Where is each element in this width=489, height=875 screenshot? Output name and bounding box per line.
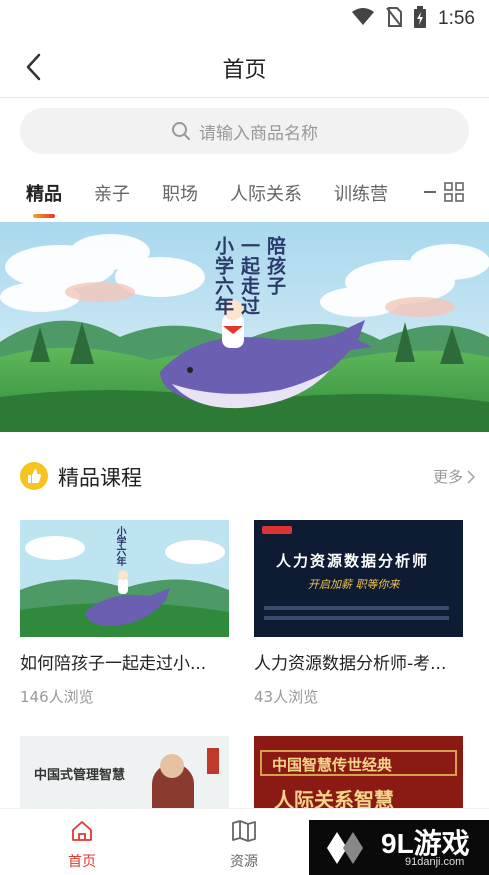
thumbnail-title: 小学六年 <box>114 526 125 566</box>
section-title: 精品课程 <box>58 466 142 490</box>
thumbnail-title: 中国式管理智慧 <box>34 768 126 783</box>
course-title: 如何陪孩子一起走过小... <box>20 654 207 674</box>
wifi-icon <box>352 8 375 30</box>
course-card[interactable]: 人力资源数据分析师 开启加薪 职等你来 人力资源数据分析师-考... 43人浏览 <box>254 520 463 707</box>
top-app-bar: 首页 <box>0 36 489 98</box>
watermark-logo-icon <box>327 832 363 864</box>
grid-icon <box>444 182 464 202</box>
course-thumbnail: 小学六年 <box>20 520 229 637</box>
thumbnail-subtitle: 人际关系智慧 <box>274 788 394 808</box>
thumbnail-title: 人力资源数据分析师 <box>276 552 430 570</box>
chevron-right-icon <box>467 469 475 484</box>
more-label: 更多 <box>432 468 463 486</box>
course-card[interactable]: 小学六年 如何陪孩子一起走过小... 146人浏览 <box>20 520 229 707</box>
thumbnail-subtitle: 开启加薪 职等你来 <box>308 578 400 591</box>
nav-resources[interactable]: 资源 <box>204 817 284 871</box>
course-thumbnail: 人力资源数据分析师 开启加薪 职等你来 <box>254 520 463 637</box>
thumbnail-info-line <box>264 616 449 620</box>
more-button[interactable]: 更多 <box>433 466 475 487</box>
status-icons: 1:56 <box>352 6 475 32</box>
thumbnail-title: 中国智慧传世经典 <box>272 756 393 774</box>
course-thumbnail: 中国智慧传世经典 人际关系智慧 <box>254 736 463 808</box>
home-icon <box>42 817 122 845</box>
watermark-url: 91danji.com <box>405 856 465 868</box>
page-title: 首页 <box>222 58 267 83</box>
nav-resources-label: 资源 <box>230 854 258 870</box>
course-logo <box>262 526 292 534</box>
tab-qinzi[interactable]: 亲子 <box>94 180 130 206</box>
nav-home[interactable]: 首页 <box>42 817 122 871</box>
course-card[interactable]: 中国式管理智慧 <box>20 736 229 808</box>
status-bar: 1:56 <box>0 0 489 36</box>
promo-banner[interactable]: 陪孩子 一起走过 小学六年 <box>0 222 489 432</box>
tab-zhichang[interactable]: 职场 <box>162 180 198 206</box>
search-icon <box>172 122 190 140</box>
active-tab-indicator <box>33 214 55 218</box>
site-watermark: 9L游戏 91danji.com <box>309 820 489 875</box>
category-tabs: 精品 亲子 职场 人际关系 训练营 <box>0 170 489 220</box>
dash-icon <box>424 191 436 193</box>
course-title: 人力资源数据分析师-考... <box>254 654 447 674</box>
instructor-photo-face <box>160 754 184 778</box>
no-sim-icon <box>386 7 403 31</box>
banner-title-col2: 一起走过 <box>238 236 260 316</box>
tab-xunlianying[interactable]: 训练营 <box>334 180 388 206</box>
search-input[interactable]: 请输入商品名称 <box>20 108 469 154</box>
book-icon <box>204 817 284 845</box>
search-placeholder: 请输入商品名称 <box>199 123 318 144</box>
nav-home-label: 首页 <box>68 854 96 870</box>
banner-title-col3: 小学六年 <box>212 236 234 316</box>
status-time: 1:56 <box>438 8 475 29</box>
thumbnail-info-line <box>264 606 449 610</box>
tab-renji-guanxi[interactable]: 人际关系 <box>230 180 302 206</box>
battery-icon <box>414 6 427 32</box>
course-views: 43人浏览 <box>254 688 319 706</box>
course-thumbnail: 中国式管理智慧 <box>20 736 229 808</box>
course-views: 146人浏览 <box>20 688 94 706</box>
tab-jingpin[interactable]: 精品 <box>26 180 62 206</box>
thumbnail-seal <box>207 748 219 774</box>
course-card[interactable]: 中国智慧传世经典 人际关系智慧 <box>254 736 463 808</box>
section-header: 精品课程 更多 <box>20 458 475 494</box>
thumbs-up-icon <box>20 462 48 490</box>
all-categories-button[interactable] <box>424 182 464 202</box>
banner-title-col1: 陪孩子 <box>264 236 286 296</box>
